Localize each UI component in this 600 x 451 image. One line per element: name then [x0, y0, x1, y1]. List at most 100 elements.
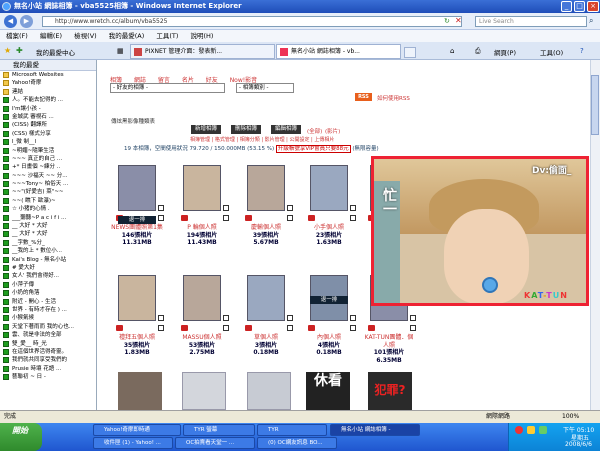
tab-list-icon[interactable]: ▦ — [117, 47, 124, 55]
album-caption[interactable]: 禮拜五個人照 35張相片 1.83MB — [110, 334, 164, 357]
favorite-item[interactable]: (CSS) 樣式分享 — [0, 130, 96, 138]
favorite-item[interactable]: Yahoo!奇摩 — [0, 79, 96, 87]
album-category-select[interactable]: - 相簿類別 - — [236, 83, 294, 93]
favorite-item[interactable]: __我的上 * 數位小... — [0, 247, 96, 255]
album-caption[interactable]: 慶輸個人照 39張相片 5.67MB — [239, 224, 293, 247]
tray-icon-1[interactable] — [515, 426, 523, 434]
tab-wretch[interactable]: 無名小站 網誌相簿 - vb... — [276, 44, 401, 59]
close-button[interactable]: × — [587, 1, 599, 12]
favorite-item[interactable]: Prusie 時壤 花語 ... — [0, 365, 96, 373]
album-thumbnail[interactable] — [247, 165, 285, 211]
favorite-item[interactable]: ___聽聽~P a c i f i ... — [0, 214, 96, 222]
favorite-item[interactable]: 藝聯初 ~ 日 - — [0, 373, 96, 381]
favorite-item[interactable]: ~~( 瞧下 歐瀑)~ — [0, 197, 96, 205]
taskbar-window-button[interactable]: 收件匣 (1) - Yahoo! ... — [93, 437, 173, 449]
manage-links[interactable]: 相簿管理 | 格式管理 | 相簿分類 | 影片管理 | 公開設定 | 上傳相片 — [190, 136, 334, 143]
url-input[interactable]: http://www.wretch.cc/album/vba5525 — [42, 16, 462, 27]
favorite-item[interactable]: 在這個世界活得奇靈。 — [0, 348, 96, 356]
favorite-item[interactable]: 女人' 我們會得好... — [0, 272, 96, 280]
menu-view[interactable]: 檢視(V) — [74, 32, 97, 40]
maximize-button[interactable]: □ — [574, 1, 585, 12]
favorite-item[interactable]: 小萍子傳 — [0, 281, 96, 289]
favorite-item[interactable]: 附近 - 開心 - 生活 — [0, 298, 96, 306]
rss-badge[interactable]: RSS — [355, 93, 372, 101]
album-checkbox[interactable] — [350, 315, 356, 321]
album-thumb-row3-4[interactable]: 休看 — [306, 372, 350, 410]
album-thumbnail[interactable] — [183, 275, 221, 321]
favorite-item[interactable]: 雲、就是非法的全部 — [0, 331, 96, 339]
album-checkbox[interactable] — [223, 205, 229, 211]
album-thumb-row3-2[interactable] — [182, 372, 226, 410]
favorite-item[interactable]: __ 大好 * 大好 — [0, 222, 96, 230]
album-checkbox[interactable] — [287, 205, 293, 211]
album-select-box[interactable] — [287, 325, 293, 331]
new-album-button[interactable]: 新增相簿 — [191, 125, 222, 134]
favorite-item[interactable]: (CISS) 翻譯所 — [0, 121, 96, 129]
taskbar-window-button[interactable]: OC拍賣看天堂一 ... — [175, 437, 255, 449]
album-thumbnail[interactable] — [247, 275, 285, 321]
album-checkbox[interactable] — [350, 205, 356, 211]
album-select-box[interactable] — [410, 325, 416, 331]
taskbar-window-button[interactable]: (0) OC網友訊息 BO... — [257, 437, 337, 449]
album-checkbox[interactable] — [410, 315, 416, 321]
album-checkbox[interactable] — [223, 315, 229, 321]
minimize-button[interactable]: _ — [561, 1, 572, 12]
album-select-box[interactable] — [158, 215, 164, 221]
taskbar-window-button[interactable]: Yahoo!奇摩即時通 — [93, 424, 181, 436]
zoom-level[interactable]: 100% — [562, 411, 579, 423]
album-thumb-row3-3[interactable] — [247, 372, 291, 410]
album-select-box[interactable] — [350, 215, 356, 221]
album-select-box[interactable] — [287, 215, 293, 221]
favorite-item[interactable]: ~~~Tony~ 柏俗天 ... — [0, 180, 96, 188]
print-icon[interactable]: ⎙ — [475, 47, 481, 56]
new-tab-button[interactable] — [404, 47, 416, 58]
favorite-item[interactable]: l_微 制__l — [0, 138, 96, 146]
menu-help[interactable]: 說明(H) — [191, 32, 214, 40]
edit-album-button[interactable]: 編輯相簿 — [271, 125, 302, 134]
favorite-item[interactable]: 金城武 審視石 ... — [0, 113, 96, 121]
stop-icon[interactable]: ✕ — [455, 16, 464, 25]
album-thumb-row3-1[interactable] — [118, 372, 162, 410]
favorite-item[interactable]: 連結 — [0, 88, 96, 96]
favorite-item[interactable]: ~~~ 真正的自己 ... — [0, 155, 96, 163]
tools-menu[interactable]: 工具(O) — [540, 47, 563, 57]
favorite-item[interactable]: 小奶的角落 — [0, 289, 96, 297]
vip-upgrade-link[interactable]: 升級帳號享VIP會員只要88元 — [275, 145, 351, 153]
help-icon[interactable]: ? — [580, 47, 584, 55]
favorite-item[interactable]: Kai's Blog - 無名小站 — [0, 256, 96, 264]
favorite-item[interactable]: 我們就共同享受我們的 — [0, 356, 96, 364]
favorite-item[interactable]: 小猴氣候 — [0, 314, 96, 322]
delete-album-button[interactable]: 刪除相簿 — [231, 125, 262, 134]
video-link[interactable]: (影片) — [325, 127, 340, 135]
album-select-box[interactable] — [223, 325, 229, 331]
page-menu[interactable]: 網頁(P) — [494, 47, 516, 57]
add-favorite-icon[interactable]: ✚ — [16, 46, 23, 55]
album-caption[interactable]: 內個人照 4張相片 0.18MB — [302, 334, 356, 357]
favorite-item[interactable]: 天堂下著雨而 我的心也... — [0, 323, 96, 331]
taskbar-window-button[interactable]: TYR 螢幕 — [183, 424, 255, 436]
favorite-item[interactable]: __字數_%分_ — [0, 239, 96, 247]
album-caption[interactable]: MASSU個人照 53張相片 2.75MB — [175, 334, 229, 357]
favorites-star-icon[interactable]: ★ — [4, 46, 11, 55]
album-caption[interactable]: 小手個人照 23張相片 1.63MB — [302, 224, 356, 247]
album-checkbox[interactable] — [158, 205, 164, 211]
album-caption[interactable]: NEWS團體照第1集 146張相片 11.31MB — [110, 224, 164, 247]
rss-help-link[interactable]: 如何使用RSS — [377, 94, 410, 102]
favorite-item[interactable]: __ 大好 * 大好 — [0, 230, 96, 238]
taskbar-window-button[interactable]: 無名小站 網誌相簿 - — [330, 424, 420, 436]
album-thumbnail[interactable] — [118, 275, 156, 321]
album-select-box[interactable] — [350, 325, 356, 331]
menu-file[interactable]: 檔案(F) — [6, 32, 28, 40]
exit-row-button[interactable]: 退一排 — [118, 216, 156, 224]
friends-albums-select[interactable]: - 好友的相簿 - — [110, 83, 225, 93]
favorite-item[interactable]: I'm讓小孩 - — [0, 105, 96, 113]
album-caption[interactable]: 草個人照 3張相片 0.18MB — [239, 334, 293, 357]
favorite-item[interactable]: ~~"(好愛吉) 菜"~~ — [0, 188, 96, 196]
album-checkbox[interactable] — [158, 315, 164, 321]
favorite-item[interactable]: 人。不能去記得的 ... — [0, 96, 96, 104]
favorites-center-label[interactable]: 我的最愛中心 — [36, 47, 75, 57]
favorite-item[interactable]: 世界 - 有時才存在 ) ... — [0, 306, 96, 314]
tray-icon-2[interactable] — [527, 426, 535, 434]
favorite-item[interactable]: +* 日畫個 ~練分 .. — [0, 163, 96, 171]
all-link[interactable]: (全部) — [307, 127, 322, 135]
